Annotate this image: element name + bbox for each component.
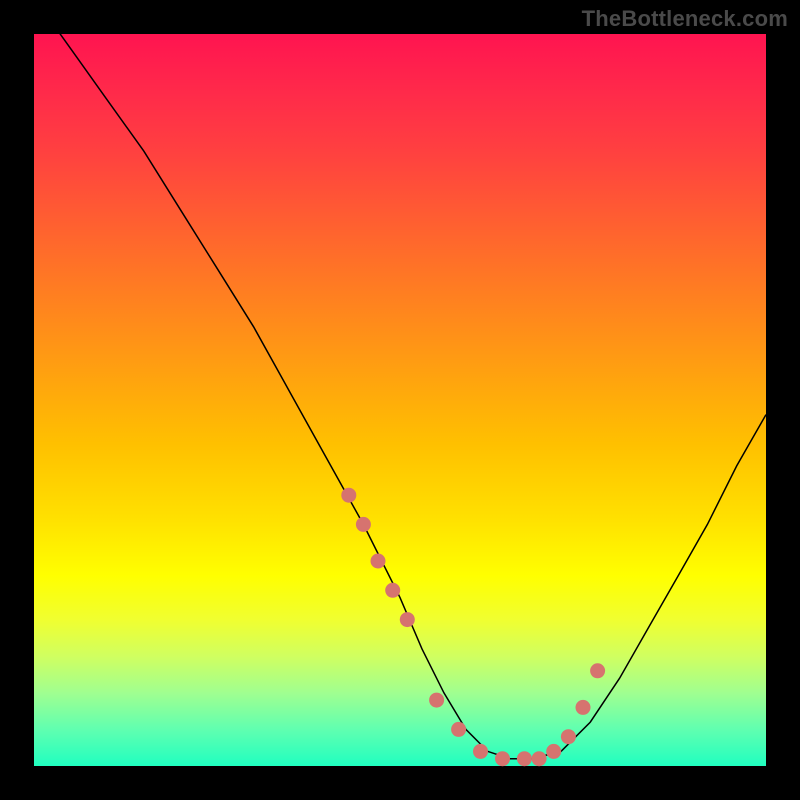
highlight-dot: [356, 517, 371, 532]
highlight-dot: [561, 729, 576, 744]
highlight-dot: [371, 554, 386, 569]
highlight-dot: [473, 744, 488, 759]
plot-area: [34, 34, 766, 766]
highlight-dot: [400, 612, 415, 627]
highlight-dot: [517, 751, 532, 766]
highlight-dot: [576, 700, 591, 715]
curve-svg: [34, 34, 766, 766]
highlight-dot: [546, 744, 561, 759]
highlight-dot: [451, 722, 466, 737]
highlight-dot: [385, 583, 400, 598]
optimal-range-dots: [341, 488, 605, 767]
highlight-dot: [429, 693, 444, 708]
highlight-dot: [590, 663, 605, 678]
watermark-text: TheBottleneck.com: [582, 6, 788, 32]
bottleneck-curve: [34, 0, 766, 759]
highlight-dot: [495, 751, 510, 766]
highlight-dot: [341, 488, 356, 503]
highlight-dot: [532, 751, 547, 766]
